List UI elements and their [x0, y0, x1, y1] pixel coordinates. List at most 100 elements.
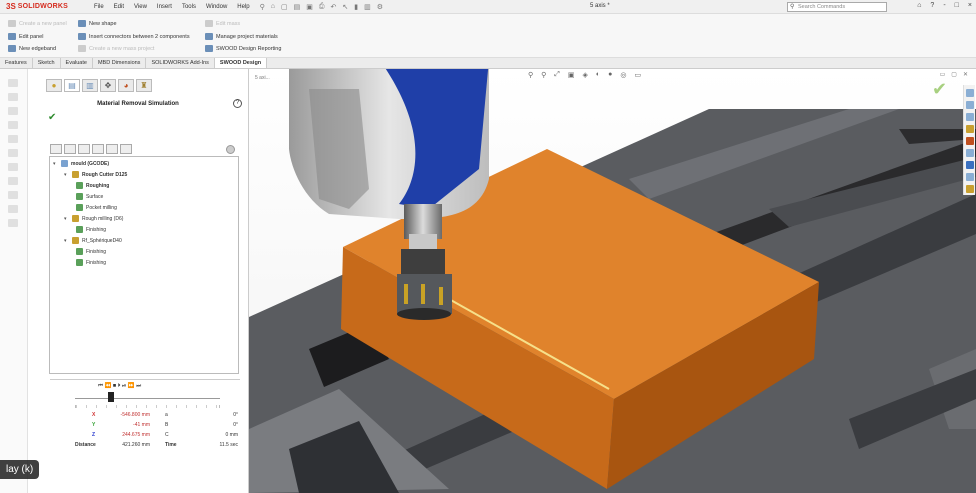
- menu-tools[interactable]: Tools: [182, 4, 196, 10]
- tab-features[interactable]: Features: [0, 58, 33, 68]
- property-manager-tab-icon[interactable]: ▤: [64, 79, 80, 92]
- zoom-area-icon[interactable]: ⚲: [541, 71, 546, 79]
- tree-item-operation[interactable]: Pocket milling: [76, 204, 117, 211]
- open-icon[interactable]: ▤: [294, 3, 301, 11]
- minimize-button[interactable]: -: [943, 2, 945, 9]
- strip-icon[interactable]: [8, 149, 18, 157]
- menu-insert[interactable]: Insert: [157, 4, 172, 10]
- insert-connectors-button[interactable]: Insert connectors between 2 components: [78, 33, 190, 40]
- custom-properties-icon[interactable]: [966, 161, 974, 169]
- print-icon[interactable]: ⎙: [319, 3, 325, 11]
- rebuild-icon[interactable]: ▮: [354, 3, 358, 11]
- appearance-icon[interactable]: ◎: [620, 71, 626, 79]
- tree-item-operation[interactable]: Finishing: [76, 226, 106, 233]
- tree-item-operation[interactable]: Roughing: [76, 182, 109, 189]
- hide-show-icon[interactable]: ●: [608, 71, 612, 79]
- strip-icon[interactable]: [8, 93, 18, 101]
- options-icon[interactable]: ⚙: [377, 3, 383, 11]
- dim-xpert-tab-icon[interactable]: ✥: [100, 79, 116, 92]
- tree-item-cutter[interactable]: ▾ Rough Cutter D125: [64, 171, 127, 178]
- restore-icon[interactable]: ▢: [951, 71, 957, 78]
- display-style-icon[interactable]: ◐: [596, 71, 600, 79]
- tab-evaluate[interactable]: Evaluate: [61, 58, 93, 68]
- playback-slider-handle[interactable]: [108, 392, 114, 402]
- design-reporting-button[interactable]: SWOOD Design Reporting: [205, 45, 281, 52]
- feature-tree-tab-icon[interactable]: ●: [46, 79, 62, 92]
- file-properties-icon[interactable]: ▥: [364, 3, 371, 11]
- tile-icon[interactable]: ▭: [940, 71, 946, 78]
- menu-view[interactable]: View: [134, 4, 147, 10]
- simulation-mode-icon[interactable]: [50, 144, 62, 154]
- tree-item-cutter[interactable]: ▾ Rf_SphériqueD40: [64, 237, 122, 244]
- home-icon[interactable]: ⌂: [271, 3, 275, 11]
- toolpath-icon[interactable]: [64, 144, 76, 154]
- stock-icon[interactable]: [92, 144, 104, 154]
- strip-icon[interactable]: [8, 177, 18, 185]
- tree-item-operation[interactable]: Finishing: [76, 259, 106, 266]
- cutter-icon[interactable]: [78, 144, 90, 154]
- new-shape-button[interactable]: New shape: [78, 20, 117, 27]
- edit-mass-button[interactable]: Edit mass: [205, 20, 240, 27]
- maximize-button[interactable]: □: [955, 2, 959, 9]
- strip-icon[interactable]: [8, 107, 18, 115]
- solidworks-logo[interactable]: 3S SOLIDWORKS: [0, 2, 90, 11]
- tab-sketch[interactable]: Sketch: [33, 58, 61, 68]
- view-orientation-icon[interactable]: ◈: [583, 71, 588, 79]
- machine-icon[interactable]: [106, 144, 118, 154]
- zoom-to-fit-icon[interactable]: ⚲: [528, 71, 533, 79]
- pin-icon[interactable]: ⚲: [260, 3, 265, 11]
- home-task-icon[interactable]: [966, 89, 974, 97]
- strip-icon[interactable]: [8, 121, 18, 129]
- menu-edit[interactable]: Edit: [114, 4, 124, 10]
- create-new-project-button[interactable]: Create a new mass project: [78, 45, 154, 52]
- previous-view-icon[interactable]: ⤢: [554, 71, 560, 79]
- edit-panel-button[interactable]: Edit panel: [8, 33, 43, 40]
- save-icon[interactable]: ▣: [306, 3, 313, 11]
- view-settings-icon[interactable]: ▭: [634, 71, 641, 79]
- view-palette-icon[interactable]: [966, 137, 974, 145]
- tab-mbd-dimensions[interactable]: MBD Dimensions: [93, 58, 147, 68]
- design-library-icon[interactable]: [966, 113, 974, 121]
- playback-controls[interactable]: ⏮ ⏪ ■ ⏵ ⏯ ⏩ ⏭: [98, 383, 141, 390]
- graphics-viewport[interactable]: 5 axi... ⚲ ⚲ ⤢ ▣ ◈ ◐ ● ◎ ▭ ▭ ▢ ✕ ✔: [249, 69, 976, 493]
- tree-item-operation[interactable]: Surface: [76, 193, 103, 200]
- tree-item-root[interactable]: ▾ mould (GCODE): [53, 160, 109, 167]
- strip-icon[interactable]: [8, 219, 18, 227]
- help-icon[interactable]: ?: [233, 99, 242, 108]
- manage-materials-button[interactable]: Manage project materials: [205, 33, 278, 40]
- cam-tab-icon[interactable]: ♜: [136, 79, 152, 92]
- undo-icon[interactable]: ↶: [331, 3, 337, 11]
- new-edgeband-button[interactable]: New edgeband: [8, 45, 56, 52]
- config-manager-tab-icon[interactable]: ▥: [82, 79, 98, 92]
- swood-icon[interactable]: [966, 185, 974, 193]
- strip-icon[interactable]: [8, 79, 18, 87]
- section-view-icon[interactable]: ▣: [568, 71, 575, 79]
- playback-slider-track[interactable]: [75, 398, 220, 399]
- help-icon[interactable]: ?: [930, 2, 934, 9]
- select-icon[interactable]: ↖: [342, 3, 348, 11]
- strip-icon[interactable]: [8, 205, 18, 213]
- confirm-check-icon[interactable]: ✔: [932, 79, 947, 100]
- tab-swood-design[interactable]: SWOOD Design: [214, 58, 268, 68]
- view-icon[interactable]: [120, 144, 132, 154]
- viewport-close-icon[interactable]: ✕: [963, 71, 968, 78]
- appearances-icon[interactable]: [966, 149, 974, 157]
- strip-icon[interactable]: [8, 191, 18, 199]
- tree-item-operation[interactable]: Finishing: [76, 248, 106, 255]
- tree-item-cutter[interactable]: ▾ Rough milling (D6): [64, 215, 123, 222]
- menu-help[interactable]: Help: [237, 4, 249, 10]
- home-window-icon[interactable]: ⌂: [917, 2, 921, 9]
- menu-window[interactable]: Window: [206, 4, 227, 10]
- search-commands-input[interactable]: ⚲ Search Commands: [787, 2, 887, 12]
- display-manager-tab-icon[interactable]: ◕: [118, 79, 134, 92]
- strip-icon[interactable]: [8, 163, 18, 171]
- menu-file[interactable]: File: [94, 4, 104, 10]
- create-new-panel-button[interactable]: Create a new panel: [8, 20, 67, 27]
- file-explorer-icon[interactable]: [966, 125, 974, 133]
- strip-icon[interactable]: [8, 135, 18, 143]
- close-button[interactable]: ×: [968, 2, 972, 9]
- ok-check-icon[interactable]: ✔: [48, 112, 56, 123]
- viewport-breadcrumb[interactable]: 5 axi...: [255, 75, 270, 81]
- new-icon[interactable]: ▢: [281, 3, 288, 11]
- settings-icon[interactable]: [226, 145, 235, 154]
